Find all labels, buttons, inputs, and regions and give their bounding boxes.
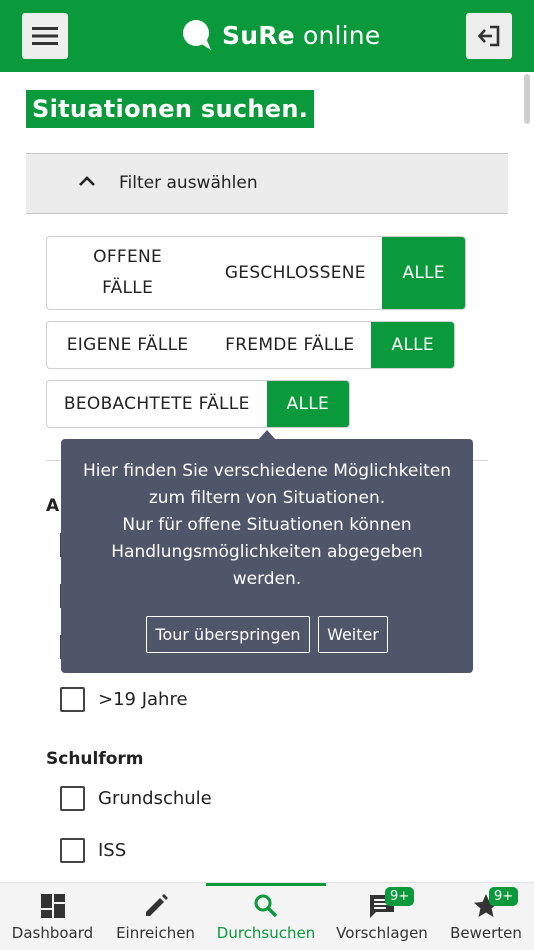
filter-closed-cases[interactable]: GESCHLOSSENE (208, 237, 382, 309)
tour-tooltip: Hier finden Sie verschiedene Möglichkeit… (61, 439, 473, 673)
brand-name: SuRe online (222, 20, 381, 50)
nav-durchsuchen[interactable]: Durchsuchen (206, 883, 326, 950)
notification-badge: 9+ (385, 887, 415, 906)
checkbox[interactable] (60, 838, 85, 863)
speech-bubble-logo-icon (183, 20, 211, 50)
nav-label: Dashboard (11, 924, 94, 942)
nav-vorschlagen[interactable]: 9+ Vorschlagen (326, 883, 438, 950)
status-filter-group: OFFENE FÄLLE GESCHLOSSENE ALLE (46, 236, 466, 310)
filter-label: Filter auswählen (119, 173, 258, 193)
watched-filter-group: BEOBACHTETE FÄLLE ALLE (46, 380, 350, 428)
nav-bewerten[interactable]: 9+ Bewerten (438, 883, 534, 950)
schulform-option-grundschule[interactable]: Grundschule (60, 786, 212, 811)
tooltip-line: zum filtern von Situationen. (148, 488, 386, 508)
filter-status-all[interactable]: ALLE (382, 237, 465, 309)
age-option-over-19[interactable]: >19 Jahre (60, 687, 188, 712)
tooltip-line: Hier finden Sie verschiedene Möglichkeit… (83, 461, 451, 481)
filter-ownership-all[interactable]: ALLE (371, 322, 454, 368)
checkbox-label: ISS (98, 840, 127, 861)
checkbox[interactable] (60, 786, 85, 811)
search-icon (254, 894, 278, 918)
schulform-option-iss[interactable]: ISS (60, 838, 126, 863)
dashboard-icon (40, 894, 65, 918)
scrollbar-track[interactable] (522, 0, 534, 880)
nav-label: Durchsuchen (216, 924, 316, 942)
app-header: SuRe online (0, 0, 534, 72)
menu-button[interactable] (22, 13, 68, 59)
checkbox[interactable] (60, 687, 85, 712)
logout-button[interactable] (466, 13, 512, 59)
nav-einreichen[interactable]: Einreichen (105, 883, 206, 950)
checkbox-label: >19 Jahre (98, 689, 188, 710)
chevron-up-icon (79, 176, 95, 186)
nav-label: Bewerten (450, 924, 522, 942)
schulform-section-title: Schulform (46, 749, 144, 769)
scrollbar-thumb[interactable] (524, 74, 530, 124)
pencil-icon (145, 894, 168, 916)
filter-accordion-header[interactable]: Filter auswählen (26, 153, 508, 214)
tooltip-line: werden. (232, 569, 302, 589)
page-title: Situationen suchen. (26, 90, 315, 128)
age-section-title: A (46, 496, 60, 516)
tooltip-text: Hier finden Sie verschiedene Möglichkeit… (71, 458, 463, 593)
filter-own-cases[interactable]: EIGENE FÄLLE (47, 322, 208, 368)
filter-watched-cases[interactable]: BEOBACHTETE FÄLLE (47, 381, 267, 427)
filter-watched-all[interactable]: ALLE (266, 381, 349, 427)
nav-label: Einreichen (116, 924, 195, 942)
next-button[interactable]: Weiter (318, 616, 388, 653)
filter-other-cases[interactable]: FREMDE FÄLLE (208, 322, 371, 368)
tooltip-line: Handlungsmöglichkeiten abgegeben (111, 542, 423, 562)
logout-icon (478, 25, 500, 47)
bottom-navigation: Dashboard Einreichen Durchsuchen 9+ Vors… (0, 882, 534, 950)
nav-label: Vorschlagen (336, 924, 428, 942)
skip-tour-button[interactable]: Tour überspringen (146, 616, 310, 653)
checkbox-label: Grundschule (98, 788, 212, 809)
notification-badge: 9+ (489, 887, 519, 906)
tooltip-line: Nur für offene Situationen können (122, 515, 412, 535)
ownership-filter-group: EIGENE FÄLLE FREMDE FÄLLE ALLE (46, 321, 455, 369)
brand-logo: SuRe online (182, 17, 380, 53)
filter-open-cases[interactable]: OFFENE FÄLLE (47, 237, 208, 309)
hamburger-icon (32, 27, 58, 45)
nav-dashboard[interactable]: Dashboard (0, 883, 105, 950)
